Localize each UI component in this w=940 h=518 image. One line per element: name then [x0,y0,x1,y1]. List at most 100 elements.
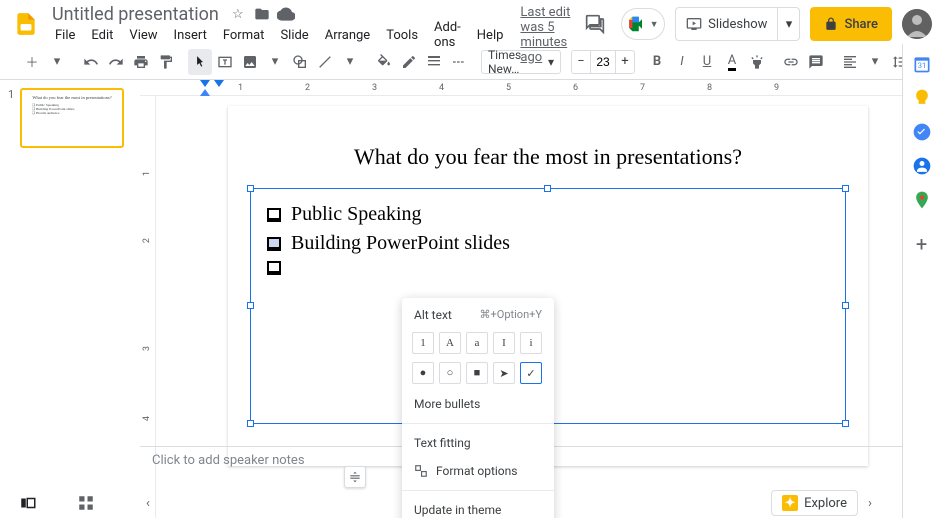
comments-button[interactable] [579,8,611,40]
horizontal-ruler[interactable]: 1 2 3 4 5 6 7 8 9 [140,80,940,96]
meet-button[interactable]: ▼ [621,8,665,40]
slideshow-label: Slideshow [708,17,767,32]
list-style-A[interactable]: A [439,332,461,354]
slideshow-dropdown[interactable]: ▾ [777,8,799,40]
slides-logo[interactable] [8,6,44,42]
resize-handle-bl[interactable] [247,420,254,427]
slide-title[interactable]: What do you fear the most in presentatio… [228,144,868,170]
calendar-addon[interactable]: 31 [912,54,932,74]
bullet-disc[interactable]: ● [412,362,434,384]
font-size-input[interactable] [590,51,616,73]
list-style-i[interactable]: i [520,332,542,354]
format-options-icon [414,464,428,478]
select-tool[interactable] [188,49,212,75]
print-button[interactable] [129,49,153,75]
canvas-area: 1 2 3 4 5 6 7 8 9 1 2 3 4 What do you fe… [140,80,940,518]
explore-button[interactable]: ✦ Explore [771,490,858,516]
list-style-a[interactable]: a [466,332,488,354]
image-dropdown[interactable]: ▾ [263,49,287,75]
redo-button[interactable] [104,49,128,75]
list-style-I[interactable]: I [493,332,515,354]
align-dropdown[interactable]: ▾ [863,49,887,75]
menu-format[interactable]: Format [216,26,272,45]
bullet-square[interactable]: ■ [466,362,488,384]
maps-addon[interactable] [912,190,932,210]
bullet-circle[interactable]: ○ [439,362,461,384]
resize-handle-br[interactable] [842,420,849,427]
border-color-button[interactable] [397,49,421,75]
border-weight-button[interactable] [422,49,446,75]
border-dash-button[interactable] [447,49,471,75]
move-icon[interactable] [253,5,271,23]
menu-help[interactable]: Help [470,26,511,45]
new-slide-button[interactable]: ＋ [20,49,44,75]
title-area: Untitled presentation ☆ File Edit View I… [44,4,579,44]
contacts-addon[interactable] [912,156,932,176]
account-avatar[interactable] [902,9,932,39]
resize-handle-ml[interactable] [247,302,254,309]
text-color-button[interactable]: A [720,49,744,75]
filmstrip-view-button[interactable] [14,490,42,516]
new-slide-dropdown[interactable]: ▾ [45,49,69,75]
font-size-increase[interactable]: + [616,51,634,73]
menu-arrange[interactable]: Arrange [318,26,377,45]
nav-prev[interactable]: ‹ [134,490,162,516]
cm-alt-text[interactable]: Alt text [414,308,452,322]
menu-tools[interactable]: Tools [379,26,425,45]
list-content[interactable]: Public Speaking Building PowerPoint slid… [251,189,845,295]
format-options[interactable]: Format options [402,457,554,485]
text-fitting[interactable]: Text fitting [402,429,554,457]
number-style-row: 1 A a I i [402,330,554,360]
grid-view-button[interactable] [72,490,100,516]
lock-icon [824,17,838,31]
checkbox-bullet [267,208,281,222]
menu-view[interactable]: View [122,26,164,45]
present-icon [686,16,702,32]
share-button[interactable]: Share [810,7,892,41]
align-button[interactable] [838,49,862,75]
image-tool[interactable] [238,49,262,75]
nav-next[interactable]: › [868,496,888,511]
update-in-theme[interactable]: Update in theme [402,496,554,518]
menu-addons[interactable]: Add-ons [427,18,468,52]
resize-handle-tl[interactable] [247,185,254,192]
resize-handle-mr[interactable] [842,302,849,309]
menu-edit[interactable]: Edit [84,26,120,45]
context-menu: Alt text ⌘+Option+Y 1 A a I i ● ○ ■ ➤ ✓ … [402,298,554,518]
doc-title[interactable]: Untitled presentation [48,4,223,25]
get-addons[interactable]: + [912,234,932,254]
textbox-tool[interactable] [213,49,237,75]
highlight-button[interactable] [745,49,769,75]
resize-handle-tr[interactable] [842,185,849,192]
resize-handle-tm[interactable] [544,185,551,192]
font-size-decrease[interactable]: − [572,51,590,73]
insert-link-button[interactable] [779,49,803,75]
more-bullets[interactable]: More bullets [402,390,554,418]
undo-button[interactable] [79,49,103,75]
font-family-select[interactable]: Times New…▾ [481,50,561,74]
insert-comment-button[interactable] [804,49,828,75]
list-style-1[interactable]: 1 [412,332,434,354]
tasks-addon[interactable] [912,122,932,142]
underline-button[interactable]: U [695,49,719,75]
bullet-check[interactable]: ✓ [520,362,542,384]
star-icon[interactable]: ☆ [229,5,247,23]
cloud-status-icon[interactable] [277,5,295,23]
italic-button[interactable]: I [670,49,694,75]
share-label: Share [844,17,878,32]
bullet-arrow[interactable]: ➤ [493,362,515,384]
line-dropdown[interactable]: ▾ [338,49,362,75]
line-tool[interactable] [313,49,337,75]
menu-file[interactable]: File [48,26,82,45]
menu-insert[interactable]: Insert [167,26,214,45]
bold-button[interactable]: B [645,49,669,75]
shape-tool[interactable] [288,49,312,75]
paint-format-button[interactable] [154,49,178,75]
fill-color-button[interactable] [372,49,396,75]
list-item-3 [267,261,829,275]
slideshow-button[interactable]: Slideshow [676,8,777,40]
explore-icon: ✦ [782,495,798,511]
menu-slide[interactable]: Slide [273,26,315,45]
keep-addon[interactable] [912,88,932,108]
slide-thumbnail-1[interactable]: What do you fear the most in presentatio… [20,88,124,148]
